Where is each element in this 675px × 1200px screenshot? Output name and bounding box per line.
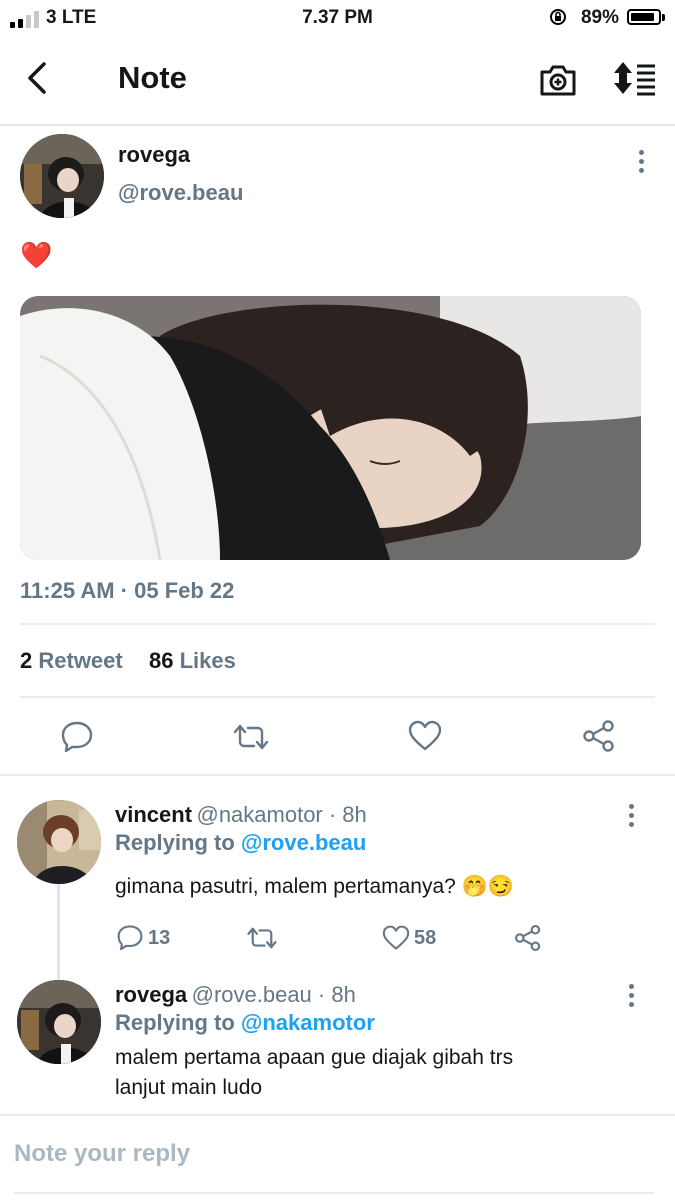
post-author-avatar[interactable] — [20, 134, 104, 218]
battery-tip — [662, 14, 665, 21]
page-title: Note — [118, 60, 187, 95]
status-bar: 3 LTE 7.37 PM 89% — [0, 0, 675, 36]
sort-list-icon[interactable] — [610, 58, 658, 98]
thread-connector-line — [57, 884, 60, 980]
reply-author-avatar[interactable] — [17, 800, 101, 884]
battery-icon — [627, 9, 661, 25]
reply-text-line-1: malem pertama apaan gue diajak gibah trs — [115, 1046, 514, 1069]
reply-author-handle[interactable]: @rove.beau · 8h — [192, 982, 356, 1007]
replying-to-line: Replying to @nakamotor — [115, 1010, 375, 1036]
retweet-count: 2 — [20, 648, 33, 673]
replying-to-mention[interactable]: @rove.beau — [241, 830, 366, 855]
post-author-handle[interactable]: @rove.beau — [118, 180, 243, 206]
top-navigation-bar: Note — [0, 36, 675, 126]
rotation-lock-icon — [550, 9, 566, 25]
like-count: 86 — [148, 648, 174, 673]
reply-icon[interactable] — [60, 720, 94, 752]
reply-text-line-2: lanjut main ludo — [115, 1076, 263, 1099]
retweet-icon[interactable] — [232, 722, 270, 752]
divider — [20, 623, 655, 625]
reply-header: vincent @nakamotor · 8h — [115, 802, 367, 828]
reply-more-options-icon[interactable] — [626, 984, 636, 1010]
post-media-image[interactable] — [20, 296, 641, 560]
reply-author-name[interactable]: vincent — [115, 802, 192, 827]
reply-author-name[interactable]: rovega — [115, 982, 187, 1007]
replying-to-mention[interactable]: @nakamotor — [241, 1010, 375, 1035]
clock: 7.37 PM — [302, 7, 373, 28]
reply-author-handle[interactable]: @nakamotor · 8h — [196, 802, 366, 827]
input-underline — [14, 1192, 654, 1194]
reply-author-avatar[interactable] — [17, 980, 101, 1064]
reply-more-options-icon[interactable] — [626, 804, 636, 830]
reply-input[interactable]: Note your reply — [14, 1140, 190, 1168]
post-stats: 2 Retweet 86 Likes — [20, 648, 236, 674]
avatar-image — [17, 980, 101, 1064]
share-icon[interactable] — [582, 719, 616, 753]
divider — [0, 1114, 675, 1116]
share-icon[interactable] — [514, 924, 542, 952]
chevron-left-icon[interactable] — [22, 58, 52, 98]
divider — [0, 774, 675, 776]
retweet-icon[interactable] — [246, 925, 278, 951]
post-timestamp: 11:25 AM · 05 Feb 22 — [20, 578, 235, 603]
post-author-name[interactable]: rovega — [118, 142, 190, 168]
reply-icon[interactable] — [116, 924, 144, 950]
likes-label[interactable]: Likes — [180, 648, 236, 673]
replying-to-prefix: Replying to — [115, 830, 235, 855]
replying-to-line: Replying to @rove.beau — [115, 830, 366, 856]
sleeping-photo — [20, 296, 641, 560]
post-content: ❤️ — [20, 240, 53, 270]
like-icon[interactable] — [408, 720, 442, 752]
camera-plus-icon[interactable] — [538, 60, 578, 98]
reply-count: 13 — [148, 927, 171, 949]
like-icon[interactable] — [382, 925, 410, 951]
retweet-label[interactable]: Retweet — [38, 648, 122, 673]
like-count: 58 — [414, 927, 437, 949]
divider — [20, 696, 655, 698]
battery-percent: 89% — [580, 7, 619, 28]
replying-to-prefix: Replying to — [115, 1010, 235, 1035]
avatar-image — [20, 134, 104, 218]
avatar-image — [17, 800, 101, 884]
reply-header: rovega @rove.beau · 8h — [115, 982, 356, 1008]
reply-text: gimana pasutri, malem pertamanya? 🤭😏 — [115, 875, 514, 898]
post-more-options-icon[interactable] — [636, 150, 646, 176]
